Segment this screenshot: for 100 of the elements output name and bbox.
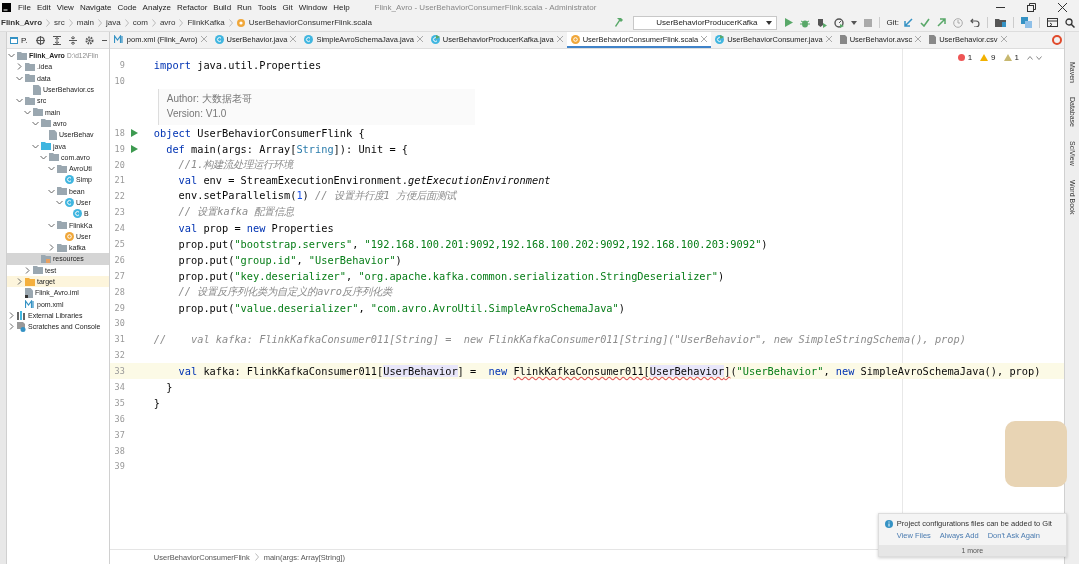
- code-line: object UserBehaviorConsumerFlink {: [152, 126, 365, 139]
- window-title: Flink_Avro - UserBehaviorConsumerFlink.scala - Administrator: [374, 2, 597, 12]
- breadcrumb-item[interactable]: Flink_Avro: [1, 18, 43, 27]
- chevron-down-icon[interactable]: [48, 165, 55, 173]
- chevron-down-icon[interactable]: [32, 142, 39, 150]
- line-number: 39: [113, 461, 125, 472]
- stop-icon[interactable]: [863, 18, 872, 27]
- line-number: 21: [113, 175, 125, 186]
- chevron-down-icon[interactable]: [8, 52, 15, 60]
- weak-warning-icon[interactable]: [1003, 54, 1012, 61]
- maven-icon: [113, 35, 124, 43]
- chevron-right-icon[interactable]: [8, 323, 15, 331]
- breadcrumb-item[interactable]: com: [132, 18, 148, 27]
- line-number: 19: [113, 143, 125, 154]
- run-icon[interactable]: [130, 144, 138, 153]
- doc-comment-line: Author: 大数据老哥: [166, 91, 253, 106]
- folder-icon[interactable]: [995, 18, 1006, 27]
- restore-icon[interactable]: [1027, 2, 1036, 12]
- breadcrumb-item[interactable]: java: [106, 18, 121, 27]
- menu-item[interactable]: Tools: [254, 2, 280, 12]
- code-line: env.setParallelism(1) // 设置并行度1 方便后面测试: [177, 189, 456, 204]
- translate-icon[interactable]: [1021, 17, 1032, 28]
- class-icon: [65, 198, 74, 207]
- menu-item[interactable]: File: [15, 2, 34, 12]
- chevron-down-icon[interactable]: [48, 187, 55, 195]
- window-icon: [10, 36, 18, 44]
- line-number: 22: [113, 191, 125, 202]
- error-icon[interactable]: [957, 54, 965, 61]
- menu-item[interactable]: Navigate: [76, 2, 115, 12]
- doc-comment-line: Version: V1.0: [166, 107, 228, 119]
- chevron-down-icon[interactable]: [1036, 55, 1042, 60]
- plugin-icon[interactable]: [1052, 35, 1062, 45]
- chevron-down-icon[interactable]: [16, 74, 23, 82]
- menu-item[interactable]: Code: [114, 2, 140, 12]
- run-icon[interactable]: [130, 128, 138, 137]
- menu-item[interactable]: View: [53, 2, 77, 12]
- undo-icon[interactable]: [970, 18, 980, 27]
- project-view-dropdown[interactable]: P.: [10, 35, 28, 45]
- chevron-right-icon[interactable]: [48, 244, 55, 252]
- menu-item[interactable]: Git: [279, 2, 296, 12]
- library-icon: [17, 310, 26, 320]
- gear-icon[interactable]: [84, 35, 94, 45]
- menu-item[interactable]: Help: [330, 2, 353, 12]
- menu-item[interactable]: Edit: [33, 2, 54, 12]
- caret-icon[interactable]: [850, 20, 857, 25]
- expand-all-icon[interactable]: [52, 35, 61, 45]
- shield-run-icon[interactable]: [816, 17, 827, 28]
- chevron-down-icon[interactable]: [48, 221, 55, 229]
- chevron-right-icon[interactable]: [8, 311, 15, 319]
- chevron-down-icon[interactable]: [16, 97, 23, 105]
- chevron-down-icon[interactable]: [32, 119, 39, 127]
- git-label: Git:: [886, 18, 899, 27]
- menu-item[interactable]: Run: [234, 2, 255, 12]
- line-number: 20: [113, 159, 125, 170]
- arrow-down-left-icon[interactable]: [904, 18, 913, 27]
- warning-icon[interactable]: [980, 54, 989, 61]
- line-number: 38: [113, 445, 125, 456]
- search-icon[interactable]: [1065, 17, 1075, 28]
- breadcrumb-item[interactable]: UserBehaviorConsumerFlink.scala: [248, 18, 372, 27]
- clock-icon[interactable]: [953, 17, 963, 28]
- run-configuration-dropdown[interactable]: UserBehaviorProducerKafka: [633, 15, 777, 30]
- chevron-icon: [46, 18, 51, 27]
- chevron-up-icon[interactable]: [1027, 55, 1033, 60]
- arrow-up-right-icon[interactable]: [937, 18, 946, 27]
- chevron-icon: [254, 553, 259, 561]
- run-icon[interactable]: [783, 18, 793, 27]
- class-icon: [430, 34, 440, 44]
- inspection-count: 9: [991, 53, 996, 62]
- chevron-right-icon[interactable]: [16, 278, 23, 286]
- chevron-down-icon[interactable]: [40, 153, 47, 161]
- menu-item[interactable]: Build: [210, 2, 235, 12]
- code-line: val prop = new Properties: [177, 222, 334, 235]
- collapse-all-icon[interactable]: [68, 35, 77, 45]
- chevron-right-icon[interactable]: [16, 63, 23, 71]
- code-line: prop.put("key.deserializer", "org.apache.kafka.common.serialization.StringDeserializer"): [177, 269, 725, 282]
- gauge-icon[interactable]: [833, 17, 844, 28]
- menu-item[interactable]: Analyze: [139, 2, 175, 12]
- check-icon[interactable]: [920, 18, 930, 27]
- chevron-down-icon[interactable]: [24, 108, 31, 116]
- maven-icon: [25, 300, 35, 309]
- breadcrumb-item[interactable]: main: [76, 18, 95, 27]
- app-logo-icon: [2, 2, 11, 12]
- breadcrumb-item[interactable]: avro: [159, 18, 176, 27]
- code-line: def main(args: Array[String]): Unit = {: [165, 142, 408, 155]
- menu-item[interactable]: Window: [295, 2, 331, 12]
- inspection-count: 1: [967, 53, 973, 62]
- breadcrumb-item[interactable]: FlinkKafka: [187, 18, 225, 27]
- file-icon: [839, 34, 847, 44]
- target-icon[interactable]: [35, 35, 45, 45]
- chevron-down-icon[interactable]: [56, 199, 63, 206]
- chevron-icon: [68, 18, 73, 27]
- line-number: 26: [113, 254, 125, 265]
- window-icon[interactable]: [1047, 18, 1058, 27]
- chevron-right-icon[interactable]: [24, 266, 31, 274]
- close-icon[interactable]: [1058, 2, 1067, 12]
- menu-item[interactable]: Refactor: [174, 2, 211, 12]
- breadcrumb-item[interactable]: src: [54, 18, 65, 27]
- folder-icon: [57, 221, 67, 230]
- code-line: val kafka: FlinkKafkaConsumer011[UserBehavior] = new FlinkKafkaConsumer011[UserBehavior]("UserBehavior", new SimpleAvroSchemaJava(), prop): [177, 365, 1041, 378]
- hide-icon[interactable]: [101, 38, 107, 42]
